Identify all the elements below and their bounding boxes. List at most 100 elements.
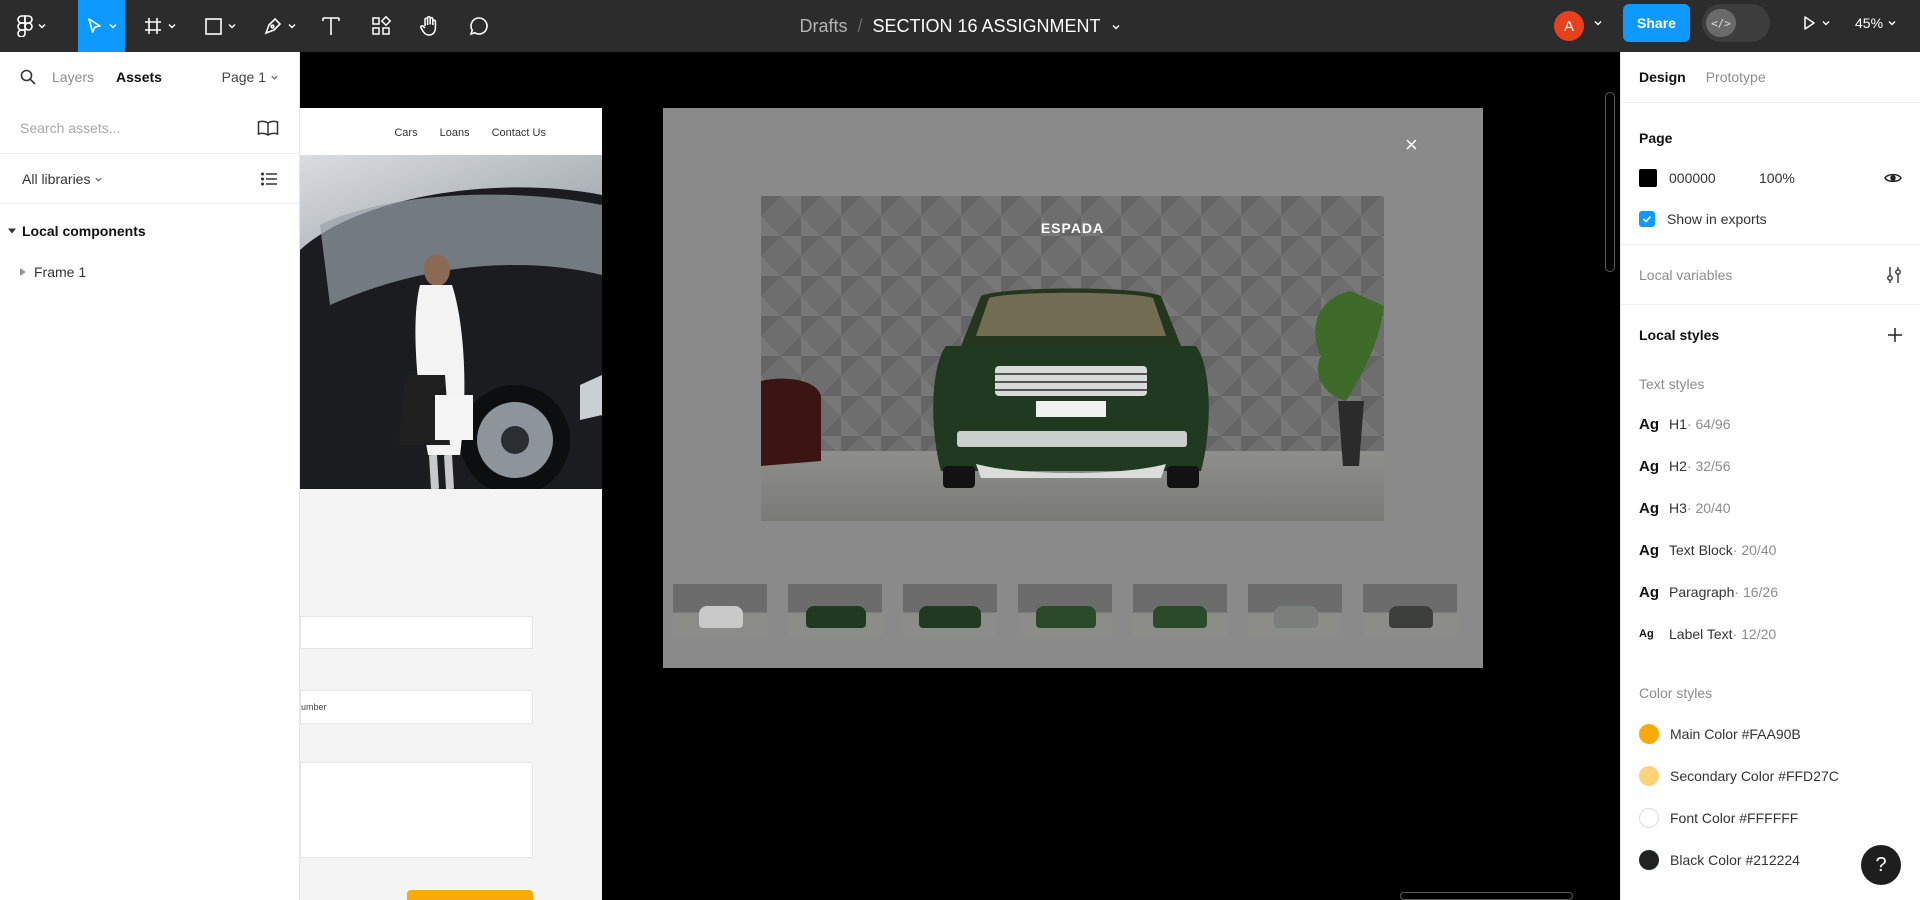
move-tool-button[interactable] [78,0,125,52]
thumbnail-6[interactable] [1248,584,1342,636]
text-style-item[interactable]: Ag H1 · 64/96 [1621,403,1920,445]
assets-search[interactable]: Search assets... [0,102,299,154]
text-style-meta: · 32/56 [1686,458,1731,474]
horizontal-scrollbar[interactable] [1400,892,1573,900]
vertical-scrollbar[interactable] [1605,92,1615,272]
color-styles-heading: Color styles [1639,685,1713,701]
text-icon [322,17,340,35]
color-style-item[interactable]: Main Color #FAA90B [1621,713,1920,755]
tab-assets[interactable]: Assets [116,69,162,85]
color-style-label: Black Color #212224 [1670,852,1800,868]
thumbnail-4[interactable] [1018,584,1112,636]
submit-button[interactable] [407,890,533,900]
book-icon[interactable] [257,119,279,137]
chevron-down-icon [271,75,278,80]
chevron-down-icon [109,24,116,29]
text-style-name: H3 [1669,500,1687,516]
text-style-item[interactable]: Ag Text Block · 20/40 [1621,529,1920,571]
local-variables-row[interactable]: Local variables [1621,245,1920,305]
thumbnail-2[interactable] [788,584,882,636]
text-style-item[interactable]: Ag Paragraph · 16/26 [1621,571,1920,613]
search-assets-input[interactable]: Search assets... [20,120,120,136]
show-in-exports-row[interactable]: Show in exports [1621,193,1920,245]
frame-tool-button[interactable] [138,0,182,52]
nav-link-loans[interactable]: Loans [440,127,470,139]
text-style-meta: · 20/40 [1686,500,1731,516]
text-style-item[interactable]: Ag H3 · 20/40 [1621,487,1920,529]
thumbnail-3[interactable] [903,584,997,636]
plus-icon[interactable] [1888,328,1902,342]
page-fill-row[interactable]: 000000 100% [1621,163,1920,193]
color-style-item[interactable]: Secondary Color #FFD27C [1621,755,1920,797]
avatar[interactable]: A [1554,11,1584,41]
resources-tool-button[interactable] [366,0,396,52]
variables-settings-icon[interactable] [1886,266,1902,284]
color-style-label: Secondary Color #FFD27C [1670,768,1839,784]
page-color-opacity[interactable]: 100% [1759,170,1795,186]
dev-mode-toggle[interactable]: </> [1702,4,1770,42]
tab-design[interactable]: Design [1639,69,1686,85]
search-icon[interactable] [20,69,36,85]
text-style-meta: · 16/26 [1734,584,1778,600]
text-style-meta: · 64/96 [1686,416,1731,432]
pen-icon [264,17,282,35]
main-menu-button[interactable] [10,0,54,52]
breadcrumb-separator: / [857,15,863,36]
share-button[interactable]: Share [1623,4,1690,42]
eye-icon[interactable] [1884,172,1902,184]
text-style-glyph: Ag [1639,415,1659,433]
tab-prototype[interactable]: Prototype [1706,69,1766,85]
caret-right-icon [20,268,26,276]
shape-tool-button[interactable] [198,0,242,52]
text-tool-button[interactable] [316,0,346,52]
list-item[interactable]: Frame 1 [0,252,299,292]
color-swatch [1639,808,1659,828]
thumbnail-5[interactable] [1133,584,1227,636]
local-components-section[interactable]: Local components [0,210,299,252]
close-icon[interactable]: × [1405,132,1418,158]
chevron-down-icon [288,24,296,29]
hand-tool-button[interactable] [414,0,444,52]
form-input[interactable] [300,616,533,649]
suv-front-image [761,288,1384,488]
thumbnail-7[interactable] [1363,584,1457,636]
text-style-glyph: Ag [1639,541,1659,559]
color-style-item[interactable]: Font Color #FFFFFF [1621,797,1920,839]
nav-link-cars[interactable]: Cars [394,127,417,139]
comment-tool-button[interactable] [464,0,494,52]
components-icon [372,16,391,35]
code-icon: </> [1706,9,1736,37]
local-variables-label: Local variables [1639,266,1733,283]
present-button[interactable] [1796,0,1836,46]
all-libraries-dropdown[interactable]: All libraries [22,171,103,187]
zoom-menu[interactable]: 45% [1855,0,1897,46]
file-menu-chevron[interactable] [1111,16,1121,37]
tab-layers[interactable]: Layers [52,69,94,85]
component-frame-1: Frame 1 [34,264,87,280]
libraries-row: All libraries [0,154,299,204]
pen-tool-button[interactable] [258,0,302,52]
help-button[interactable]: ? [1861,845,1901,885]
text-style-name: H2 [1669,458,1687,474]
cursor-icon [87,18,101,33]
list-view-icon[interactable] [261,171,277,186]
show-in-exports-checkbox[interactable] [1639,210,1655,227]
website-frame[interactable]: Cars Loans Contact Us umber [300,108,602,900]
text-style-item[interactable]: Ag H2 · 32/56 [1621,445,1920,487]
text-style-item[interactable]: Ag Label Text · 12/20 [1621,613,1920,655]
page-color-hex[interactable]: 000000 [1669,170,1759,186]
breadcrumb-drafts-link[interactable]: Drafts [799,16,847,37]
color-swatch [1639,724,1659,744]
page-color-swatch[interactable] [1639,169,1657,187]
car-showroom-image [300,187,602,489]
canvas[interactable]: Cars Loans Contact Us umber × ESPADA [300,52,1620,900]
thumbnail-1[interactable] [673,584,767,636]
page-selector[interactable]: Page 1 [222,69,279,85]
phone-number-field[interactable]: umber [300,690,533,724]
file-name[interactable]: SECTION 16 ASSIGNMENT [872,16,1100,37]
gallery-frame[interactable]: × ESPADA [663,108,1483,668]
play-icon [1804,16,1815,30]
nav-link-contact[interactable]: Contact Us [492,127,546,139]
message-textarea[interactable] [300,762,533,858]
multiplayer-menu-button[interactable] [1588,0,1608,46]
